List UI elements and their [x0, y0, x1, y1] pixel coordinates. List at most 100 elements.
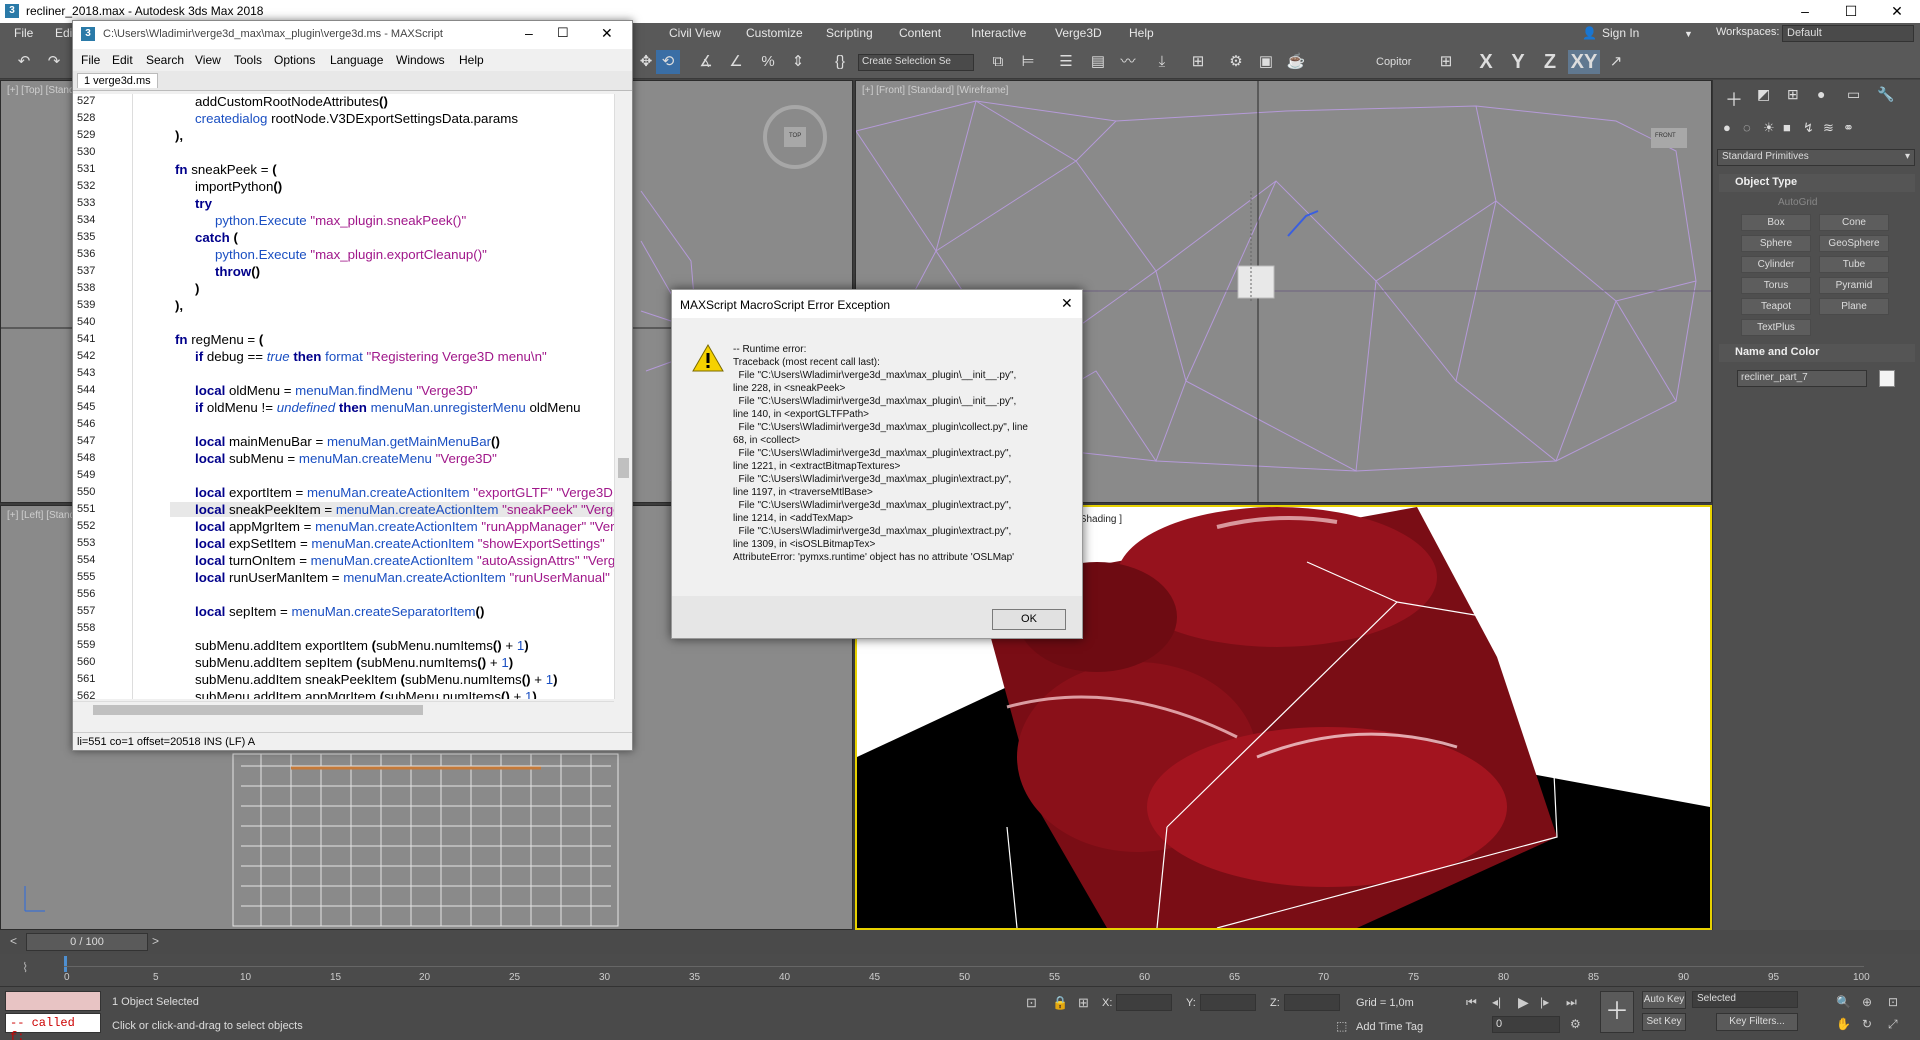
helpers-icon[interactable]: ↯ [1803, 120, 1814, 136]
ms-menu-options[interactable]: Options [274, 53, 315, 67]
ms-menu-edit[interactable]: Edit [112, 53, 133, 67]
time-slider[interactable]: 0 / 100 [26, 933, 148, 951]
menu-verge3d[interactable]: Verge3D [1055, 26, 1102, 40]
teapot-button[interactable]: Teapot [1741, 298, 1811, 315]
maxscript-listener-input[interactable] [5, 991, 101, 1011]
key-filters-button[interactable]: Key Filters... [1716, 1013, 1798, 1031]
ms-menu-tools[interactable]: Tools [234, 53, 262, 67]
ms-menu-file[interactable]: File [81, 53, 100, 67]
menu-interactive[interactable]: Interactive [971, 26, 1026, 40]
x-coordinate-input[interactable] [1116, 994, 1172, 1011]
track-bar[interactable]: ⌇ 0 5 10 15 20 25 30 35 40 45 50 55 60 6… [0, 954, 1920, 986]
maxscript-maximize-button[interactable]: ☐ [557, 25, 569, 41]
zoom-icon[interactable]: 🔍 [1836, 995, 1851, 1009]
workspace-dropdown[interactable]: Default [1782, 25, 1914, 42]
ms-menu-view[interactable]: View [195, 53, 221, 67]
systems-icon[interactable]: ⚭ [1843, 120, 1854, 136]
prev-frame-button[interactable]: < [10, 934, 17, 948]
user-icon[interactable]: 👤 [1582, 26, 1597, 40]
ms-menu-search[interactable]: Search [146, 53, 184, 67]
close-button[interactable]: ✕ [1874, 0, 1920, 23]
angle-snap-icon[interactable]: ∠ [724, 50, 748, 74]
time-tag-icon[interactable]: ⬚ [1336, 1019, 1347, 1033]
spacewarps-icon[interactable]: ≋ [1823, 120, 1834, 136]
axis-xy-button[interactable]: XY [1568, 50, 1600, 74]
maximize-button[interactable]: ☐ [1828, 0, 1874, 23]
z-coordinate-input[interactable] [1284, 994, 1340, 1011]
viewcube-top[interactable]: TOP [789, 133, 801, 139]
torus-button[interactable]: Torus [1741, 277, 1811, 294]
rendered-frame-icon[interactable]: ▣ [1254, 50, 1278, 74]
axis-y-button[interactable]: Y [1504, 50, 1532, 74]
minimize-button[interactable]: – [1782, 0, 1828, 23]
schematic-view-icon[interactable]: ⤓ [1150, 50, 1174, 74]
time-config-icon[interactable]: ⚙ [1570, 1017, 1581, 1031]
maxscript-listener-output[interactable]: -- called f: [5, 1013, 101, 1040]
redo-icon[interactable]: ↷ [42, 50, 66, 74]
sign-in-button[interactable]: Sign In [1602, 26, 1639, 40]
motion-tab-icon[interactable]: ● [1817, 86, 1825, 102]
vertical-scroll-thumb[interactable] [618, 458, 629, 478]
box-button[interactable]: Box [1741, 214, 1811, 231]
current-frame-input[interactable]: 0 [1492, 1016, 1560, 1033]
select-rotate-icon[interactable]: ⟲ [656, 50, 680, 74]
ms-menu-help[interactable]: Help [459, 53, 484, 67]
code-horizontal-scrollbar[interactable] [73, 701, 614, 717]
material-editor-icon[interactable]: ⊞ [1186, 50, 1210, 74]
hierarchy-tab-icon[interactable]: ⊞ [1787, 86, 1799, 103]
spinner-snap-icon[interactable]: ⇕ [786, 50, 810, 74]
primitives-dropdown[interactable]: Standard Primitives ▾ [1717, 149, 1915, 166]
axis-constraint-icon[interactable]: ↗ [1604, 50, 1628, 74]
menu-file[interactable]: File [14, 26, 33, 40]
pyramid-button[interactable]: Pyramid [1819, 277, 1889, 294]
render-icon[interactable]: ☕ [1284, 50, 1308, 74]
utilities-tab-icon[interactable]: 🔧 [1877, 86, 1894, 103]
menu-scripting[interactable]: Scripting [826, 26, 873, 40]
viewcube-front[interactable]: FRONT [1655, 133, 1676, 139]
error-dialog-close-button[interactable]: ✕ [1061, 295, 1073, 312]
key-mode-dropdown[interactable]: Selected [1692, 991, 1798, 1008]
go-to-start-icon[interactable]: ⏮ [1466, 995, 1477, 1010]
next-key-icon[interactable]: |▸ [1540, 995, 1549, 1009]
mirror-icon[interactable]: ⧉ [986, 50, 1010, 74]
menu-civil-view[interactable]: Civil View [669, 26, 721, 40]
horizontal-scroll-thumb[interactable] [93, 705, 423, 715]
undo-icon[interactable]: ↶ [12, 50, 36, 74]
play-icon[interactable]: ▶ [1518, 994, 1529, 1011]
code-text[interactable]: addCustomRootNodeAttributes() createdial… [130, 94, 614, 699]
selection-lock-icon[interactable]: 🔒 [1052, 995, 1068, 1011]
copitor-grid-icon[interactable]: ⊞ [1434, 50, 1458, 74]
cameras-icon[interactable]: ■ [1783, 120, 1791, 135]
orbit-icon[interactable]: ↻ [1862, 1017, 1872, 1031]
absolute-mode-icon[interactable]: ⊞ [1078, 995, 1089, 1011]
display-tab-icon[interactable]: ▭ [1847, 86, 1860, 103]
modify-tab-icon[interactable]: ◩ [1757, 86, 1770, 103]
object-name-input[interactable]: recliner_part_7 [1737, 370, 1867, 387]
edit-named-selection-icon[interactable]: {} [828, 50, 852, 74]
percent-snap-icon[interactable]: % [756, 50, 780, 74]
chevron-down-icon[interactable]: ▼ [1684, 29, 1693, 39]
object-type-rollout[interactable]: Object Type [1719, 174, 1915, 192]
zoom-extents-icon[interactable]: ⊡ [1888, 995, 1898, 1009]
time-marker[interactable] [64, 956, 67, 972]
menu-customize[interactable]: Customize [746, 26, 803, 40]
autogrid-checkbox[interactable]: AutoGrid [1778, 197, 1817, 208]
axis-z-button[interactable]: Z [1536, 50, 1564, 74]
go-to-end-icon[interactable]: ⏭ [1566, 995, 1577, 1010]
menu-help[interactable]: Help [1129, 26, 1154, 40]
ok-button[interactable]: OK [992, 609, 1066, 630]
menu-content[interactable]: Content [899, 26, 941, 40]
zoom-all-icon[interactable]: ⊕ [1862, 995, 1872, 1009]
align-icon[interactable]: ⊨ [1016, 50, 1040, 74]
code-vertical-scrollbar[interactable] [614, 94, 632, 699]
maximize-viewport-icon[interactable]: ⤢ [1888, 1017, 1898, 1032]
geometry-icon[interactable]: ● [1723, 120, 1731, 135]
geosphere-button[interactable]: GeoSphere [1819, 235, 1889, 252]
maxscript-minimize-button[interactable]: – [525, 25, 533, 41]
select-move-icon[interactable]: ✥ [634, 50, 658, 74]
auto-key-button[interactable]: Auto Key [1642, 991, 1686, 1009]
snap-3d-icon[interactable]: ∡ [694, 50, 718, 74]
isolate-selection-icon[interactable]: ⊡ [1026, 995, 1037, 1011]
lights-icon[interactable]: ☀ [1763, 120, 1775, 136]
set-key-button[interactable]: Set Key [1642, 1013, 1686, 1031]
